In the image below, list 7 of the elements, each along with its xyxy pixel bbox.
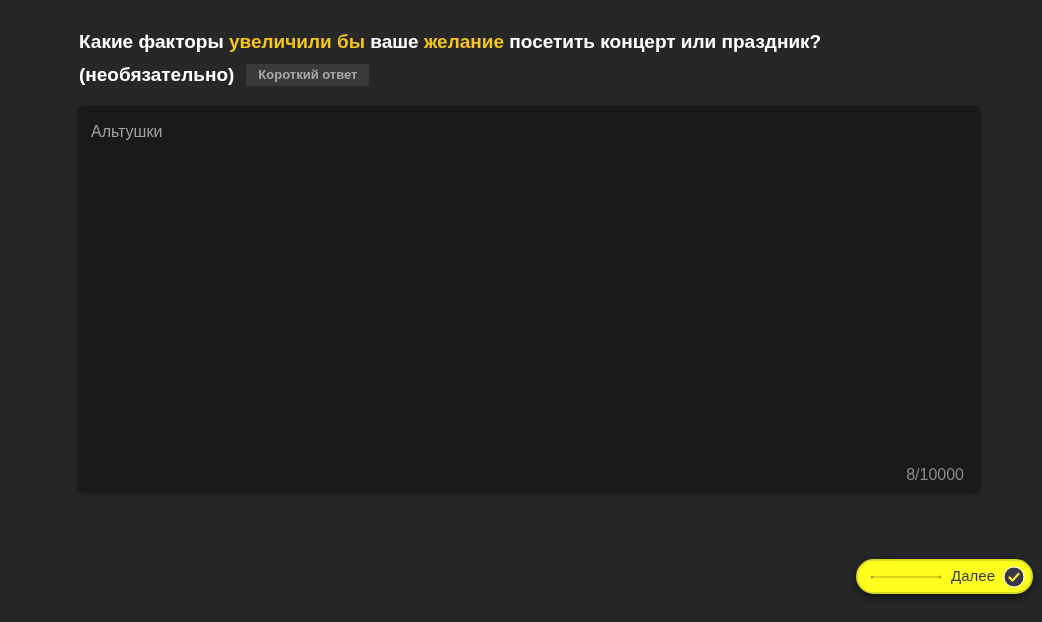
line-decoration-icon	[870, 573, 942, 580]
check-icon	[1003, 565, 1025, 588]
character-counter: 8/10000	[906, 465, 964, 485]
question-title: Какие факторы увеличили бы ваше желание посетить концерт или праздник?	[79, 31, 822, 52]
optional-note: (необязательно)	[79, 63, 235, 87]
answer-type-tag: Короткий ответ	[246, 64, 370, 86]
next-button[interactable]: Далее	[856, 559, 1033, 594]
